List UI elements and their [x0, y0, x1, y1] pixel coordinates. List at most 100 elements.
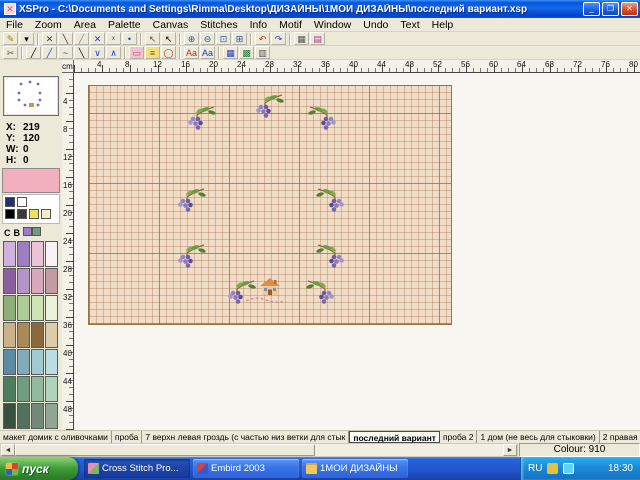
eraser-tool[interactable]: ▭ [129, 46, 144, 59]
palette-swatch[interactable] [17, 241, 30, 267]
design-tab-0[interactable]: макет домик с оливочками [0, 431, 112, 443]
palette-swatch[interactable] [31, 376, 44, 402]
palette-swatch[interactable] [45, 295, 58, 321]
palette-swatch[interactable] [3, 268, 16, 294]
tool-dropdown[interactable]: ▾ [19, 32, 34, 45]
menu-window[interactable]: Window [308, 19, 357, 31]
scroll-right-icon[interactable]: ► [503, 444, 517, 456]
cut-tool[interactable]: ✂ [3, 46, 18, 59]
palette-swatch[interactable] [45, 403, 58, 429]
palette-swatch[interactable] [17, 268, 30, 294]
palette-swatch[interactable] [17, 322, 30, 348]
palette-swatch[interactable] [31, 322, 44, 348]
longstitch-tool[interactable]: ╲ [74, 46, 89, 59]
palette-swatch[interactable] [3, 295, 16, 321]
start-button[interactable]: пуск [0, 457, 78, 480]
menu-zoom[interactable]: Zoom [29, 19, 68, 31]
menu-text[interactable]: Text [394, 19, 425, 31]
design-tab-2[interactable]: 7 верхн левая гроздь (с частью низ ветки… [142, 431, 349, 443]
quarter-stitch-tool[interactable]: ╱ [74, 32, 89, 45]
quick-swatch[interactable] [5, 209, 15, 219]
quick-swatch[interactable] [17, 209, 27, 219]
chart-view-button[interactable]: ▦ [223, 46, 238, 59]
menu-area[interactable]: Area [68, 19, 102, 31]
palette-swatch[interactable] [17, 403, 30, 429]
close-button[interactable]: ✕ [621, 2, 638, 16]
undo-button[interactable]: ↶ [255, 32, 270, 45]
cb-swatch[interactable] [32, 227, 41, 236]
french-knot-tool[interactable]: • [122, 32, 137, 45]
taskbar-task-1[interactable]: Embird 2003 [193, 459, 299, 478]
design-tab-1[interactable]: проба [112, 431, 142, 443]
design-tab-3[interactable]: последний вариант [349, 431, 440, 443]
taskbar-task-2[interactable]: 1МОИ ДИЗАЙНЫ [302, 459, 408, 478]
vee-stitch-tool[interactable]: ∨ [90, 46, 105, 59]
design-tab-6[interactable]: 2 правая низ гр [600, 431, 640, 443]
backstitch-tool[interactable]: ╱ [26, 46, 41, 59]
grid-toggle-button[interactable]: ▦ [294, 32, 309, 45]
backstitch-curve-tool[interactable]: ~ [58, 46, 73, 59]
ellipse-tool[interactable]: ◯ [161, 46, 176, 59]
palette-swatch[interactable] [31, 403, 44, 429]
menu-info[interactable]: Info [244, 19, 274, 31]
full-cross-stitch-tool[interactable]: ✕ [42, 32, 57, 45]
scrollbar-thumb[interactable] [15, 444, 315, 456]
palette-swatch[interactable] [31, 295, 44, 321]
minimize-button[interactable]: _ [583, 2, 600, 16]
menu-help[interactable]: Help [426, 19, 460, 31]
palette-swatch[interactable] [45, 241, 58, 267]
selected-color-swatch[interactable] [2, 168, 60, 193]
menu-palette[interactable]: Palette [102, 19, 147, 31]
palette-swatch[interactable] [17, 376, 30, 402]
horizontal-scrollbar[interactable]: ◄ ► [0, 443, 518, 457]
quick-swatch[interactable] [29, 209, 39, 219]
palette-swatch[interactable] [17, 349, 30, 375]
quick-swatch[interactable] [5, 197, 15, 207]
canvas-area[interactable] [74, 73, 640, 430]
lazy-daisy-tool[interactable]: ∧ [106, 46, 121, 59]
palette-swatch[interactable] [3, 403, 16, 429]
palette-swatch[interactable] [17, 295, 30, 321]
design-tab-4[interactable]: проба 2 [440, 431, 478, 443]
palette-swatch[interactable] [3, 241, 16, 267]
move-tool[interactable]: ↖ [161, 32, 176, 45]
maximize-button[interactable]: ❐ [602, 2, 619, 16]
language-indicator[interactable]: RU [528, 463, 542, 474]
palette-swatch[interactable] [31, 268, 44, 294]
note-tool[interactable]: ≡ [145, 46, 160, 59]
quick-swatch[interactable] [17, 197, 27, 207]
tray-app-icon-1[interactable] [547, 463, 558, 474]
petite-stitch-tool[interactable]: ˣ [106, 32, 121, 45]
palette-view-button[interactable]: ▤ [310, 32, 325, 45]
text-tool-cyrillic[interactable]: Аа [200, 46, 215, 59]
scroll-left-icon[interactable]: ◄ [1, 444, 15, 456]
palette-swatch[interactable] [45, 376, 58, 402]
palette-swatch[interactable] [31, 349, 44, 375]
taskbar-task-0[interactable]: Cross Stitch Pro... [84, 459, 190, 478]
cb-swatch[interactable] [23, 227, 32, 236]
palette-swatch[interactable] [45, 349, 58, 375]
color-chart-view-button[interactable]: ▩ [239, 46, 254, 59]
zoom-out-tool[interactable]: ⊖ [200, 32, 215, 45]
zoom-fit-tool[interactable]: ⊞ [232, 32, 247, 45]
half-stitch-tool[interactable]: ╲ [58, 32, 73, 45]
design-tab-5[interactable]: 1 дом (не весь для стыковки) [477, 431, 599, 443]
zoom-in-tool[interactable]: ⊕ [184, 32, 199, 45]
palette-swatch[interactable] [3, 376, 16, 402]
menu-canvas[interactable]: Canvas [147, 19, 195, 31]
text-tool[interactable]: Aa [184, 46, 199, 59]
menu-file[interactable]: File [0, 19, 29, 31]
zoom-area-tool[interactable]: ⊡ [216, 32, 231, 45]
three-quarter-stitch-tool[interactable]: ✕ [90, 32, 105, 45]
palette-swatch[interactable] [3, 322, 16, 348]
pencil-tool[interactable]: ✎ [3, 32, 18, 45]
palette-swatch[interactable] [45, 322, 58, 348]
tray-app-icon-2[interactable] [563, 463, 574, 474]
fabric-grid[interactable] [88, 85, 452, 325]
palette-swatch[interactable] [3, 349, 16, 375]
symbol-view-button[interactable]: ▥ [255, 46, 270, 59]
select-arrow-tool[interactable]: ↖ [145, 32, 160, 45]
quick-swatch[interactable] [41, 209, 51, 219]
menu-undo[interactable]: Undo [357, 19, 394, 31]
menu-stitches[interactable]: Stitches [194, 19, 243, 31]
